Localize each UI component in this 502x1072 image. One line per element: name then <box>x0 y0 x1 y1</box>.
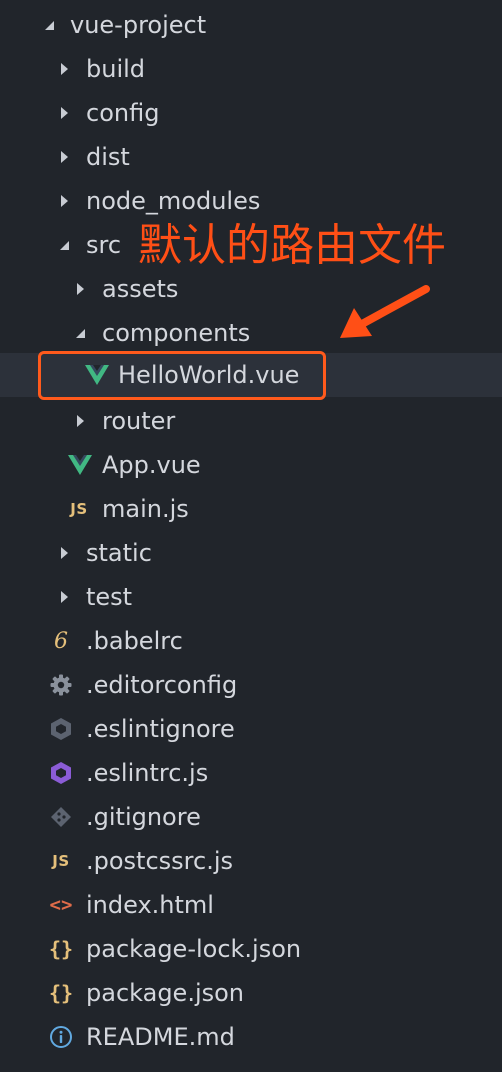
javascript-icon: JS <box>70 500 88 518</box>
tree-item-package-lock-json[interactable]: {} package-lock.json <box>0 927 502 971</box>
chevron-collapsed-icon <box>56 531 72 575</box>
tree-item-label: .eslintignore <box>86 715 235 743</box>
json-icon: {} <box>48 937 74 961</box>
chevron-collapsed-icon <box>56 47 72 91</box>
tree-item-app-vue[interactable]: App.vue <box>0 443 502 487</box>
chevron-collapsed-icon <box>56 135 72 179</box>
tree-item-label: components <box>102 319 251 347</box>
eslint-icon <box>48 707 74 751</box>
tree-item-label: .babelrc <box>86 627 183 655</box>
tree-item-static[interactable]: static <box>0 531 502 575</box>
javascript-icon: JS <box>52 852 70 870</box>
tree-item-label: build <box>86 55 146 83</box>
gear-icon <box>48 663 74 707</box>
tree-item-label: main.js <box>102 495 189 523</box>
tree-item-eslintignore[interactable]: .eslintignore <box>0 707 502 751</box>
annotation-arrow-icon <box>340 285 430 338</box>
chevron-collapsed-icon <box>56 575 72 619</box>
chevron-expanded-icon <box>40 3 58 47</box>
tree-item-label: router <box>102 407 176 435</box>
tree-item-label: README.md <box>86 1023 235 1051</box>
tree-item-build[interactable]: build <box>0 47 502 91</box>
tree-item-label: package-lock.json <box>86 935 302 963</box>
tree-item-label: src <box>86 231 122 259</box>
tree-item-label: App.vue <box>102 451 201 479</box>
tree-item-label: node_modules <box>86 187 261 215</box>
tree-item-config[interactable]: config <box>0 91 502 135</box>
chevron-collapsed-icon <box>72 399 88 443</box>
json-icon: {} <box>48 981 74 1005</box>
tree-item-node-modules[interactable]: node_modules <box>0 179 502 223</box>
chevron-collapsed-icon <box>56 91 72 135</box>
tree-item-main-js[interactable]: JS main.js <box>0 487 502 531</box>
tree-item-dist[interactable]: dist <box>0 135 502 179</box>
tree-item-label: package.json <box>86 979 245 1007</box>
vue-icon <box>67 443 93 487</box>
info-icon <box>48 1015 74 1059</box>
tree-item-label: index.html <box>86 891 214 919</box>
tree-item-label: vue-project <box>70 11 207 39</box>
tree-item-test[interactable]: test <box>0 575 502 619</box>
tree-item-label: .editorconfig <box>86 671 238 699</box>
tree-item-editorconfig[interactable]: .editorconfig <box>0 663 502 707</box>
chevron-collapsed-icon <box>56 179 72 223</box>
tree-item-babelrc[interactable]: 6 .babelrc <box>0 619 502 663</box>
tree-item-postcssrc-js[interactable]: JS .postcssrc.js <box>0 839 502 883</box>
tree-item-router[interactable]: router <box>0 399 502 443</box>
tree-item-eslintrc-js[interactable]: .eslintrc.js <box>0 751 502 795</box>
tree-item-label: dist <box>86 143 130 171</box>
tree-item-readme-md[interactable]: README.md <box>0 1015 502 1059</box>
chevron-collapsed-icon <box>72 267 88 311</box>
tree-item-label: .eslintrc.js <box>86 759 209 787</box>
tree-item-label: .gitignore <box>86 803 201 831</box>
file-tree: vue-project build config dist node_modul… <box>0 0 502 1072</box>
chevron-expanded-icon <box>56 223 72 267</box>
chevron-expanded-icon <box>72 311 88 355</box>
tree-item-label: config <box>86 99 160 127</box>
tree-item-gitignore[interactable]: .gitignore <box>0 795 502 839</box>
html-icon: <> <box>49 894 73 916</box>
tree-item-label: static <box>86 539 152 567</box>
tree-item-label: .postcssrc.js <box>86 847 233 875</box>
eslint-icon <box>48 751 74 795</box>
tree-item-vue-project[interactable]: vue-project <box>0 3 502 47</box>
tree-item-package-json[interactable]: {} package.json <box>0 971 502 1015</box>
annotation-label: 默认的路由文件 <box>138 220 446 271</box>
tree-item-label: test <box>86 583 133 611</box>
babel-icon: 6 <box>54 628 68 654</box>
git-icon <box>48 795 74 839</box>
tree-item-index-html[interactable]: <> index.html <box>0 883 502 927</box>
highlight-box <box>38 351 326 400</box>
